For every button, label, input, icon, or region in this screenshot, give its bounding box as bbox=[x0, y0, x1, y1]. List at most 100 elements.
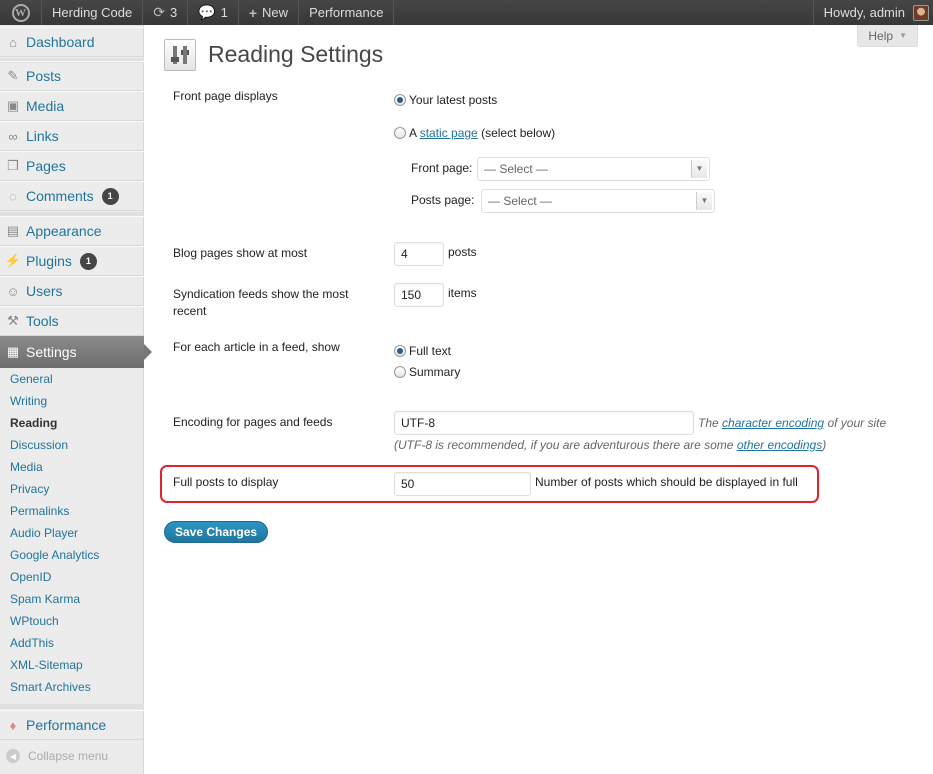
collapse-menu-button[interactable]: ◀ Collapse menu bbox=[0, 745, 144, 767]
submenu-item-media[interactable]: Media bbox=[0, 456, 144, 478]
menu-comments[interactable]: ◌ Comments 1 bbox=[0, 181, 144, 211]
updates-link[interactable]: ⟳ 3 bbox=[143, 0, 189, 25]
radio-full-text[interactable] bbox=[394, 345, 406, 357]
syndication-input[interactable]: 150 bbox=[394, 283, 444, 307]
submenu-item-reading[interactable]: Reading bbox=[0, 412, 144, 434]
menu-settings[interactable]: ▦ Settings bbox=[0, 336, 152, 368]
wp-logo-menu[interactable]: W bbox=[0, 0, 42, 25]
submenu-item-openid[interactable]: OpenID bbox=[0, 566, 144, 588]
submenu-item-smart-archives[interactable]: Smart Archives bbox=[0, 676, 144, 698]
admin-bar: W Herding Code ⟳ 3 💬 1 + New Performance… bbox=[0, 0, 933, 25]
admin-sidebar: ⌂ Dashboard ✎ Posts ▣ Media ∞ Links ❐ Pa… bbox=[0, 25, 152, 774]
updates-count: 3 bbox=[169, 5, 178, 20]
menu-dashboard[interactable]: ⌂ Dashboard bbox=[0, 27, 144, 57]
menu-label: Posts bbox=[26, 68, 62, 84]
plus-icon: + bbox=[248, 4, 258, 21]
performance-link[interactable]: Performance bbox=[299, 0, 395, 25]
radio-summary-row[interactable]: Summary bbox=[394, 365, 460, 379]
menu-label: Pages bbox=[26, 158, 66, 174]
menu-tools[interactable]: ⚒ Tools bbox=[0, 306, 144, 336]
save-changes-button[interactable]: Save Changes bbox=[164, 521, 269, 543]
house-icon: ⌂ bbox=[9, 34, 17, 50]
posts-page-select-label: Posts page: bbox=[411, 193, 475, 207]
radio-full-text-row[interactable]: Full text bbox=[394, 344, 451, 358]
plug-icon: ⚡ bbox=[4, 253, 22, 268]
appearance-icon: ▤ bbox=[6, 223, 20, 238]
front-page-label: Front page displays bbox=[173, 89, 278, 103]
menu-links[interactable]: ∞ Links bbox=[0, 121, 144, 151]
encoding-input[interactable]: UTF-8 bbox=[394, 411, 694, 435]
help-label: Help bbox=[868, 28, 894, 43]
radio-full-text-label: Full text bbox=[409, 344, 452, 358]
help-tab-button[interactable]: Help ▼ bbox=[857, 25, 918, 47]
howdy-text: Howdy, admin bbox=[823, 5, 905, 20]
settings-icon: ▦ bbox=[6, 344, 20, 359]
menu-plugins[interactable]: ⚡ Plugins 1 bbox=[0, 246, 144, 276]
radio-latest-posts[interactable] bbox=[394, 94, 406, 106]
menu-separator bbox=[0, 704, 144, 709]
front-page-select[interactable]: — Select — ▼ bbox=[477, 157, 710, 181]
radio-latest-posts-row[interactable]: Your latest posts bbox=[394, 93, 497, 107]
menu-users[interactable]: ☺ Users bbox=[0, 276, 144, 306]
comments-badge: 1 bbox=[101, 187, 119, 205]
main-content: Help ▼ Reading Settings Front page displ… bbox=[144, 25, 933, 774]
chevron-down-icon: ▼ bbox=[696, 192, 712, 210]
radio-static-page-row[interactable]: A static page (select below) bbox=[394, 126, 555, 140]
front-page-select-label: Front page: bbox=[411, 161, 473, 175]
wordpress-logo-icon: W bbox=[11, 3, 30, 22]
submenu-item-permalinks[interactable]: Permalinks bbox=[0, 500, 144, 522]
menu-label: Tools bbox=[26, 313, 59, 329]
encoding-note-suffix: ) bbox=[822, 438, 827, 452]
syndication-label: Syndication feeds show the most recent bbox=[173, 287, 349, 318]
site-name-link[interactable]: Herding Code bbox=[42, 0, 144, 25]
radio-static-page[interactable] bbox=[394, 127, 406, 139]
menu-appearance[interactable]: ▤ Appearance bbox=[0, 216, 144, 246]
menu-label: Plugins bbox=[26, 253, 72, 269]
submenu-item-addthis[interactable]: AddThis bbox=[0, 632, 144, 654]
comment-icon: ◌ bbox=[9, 188, 17, 204]
submenu-item-discussion[interactable]: Discussion bbox=[0, 434, 144, 456]
media-icon: ▣ bbox=[6, 98, 20, 113]
static-page-link[interactable]: static page bbox=[420, 126, 478, 140]
settings-sliders-icon bbox=[164, 39, 196, 71]
submenu-item-writing[interactable]: Writing bbox=[0, 390, 144, 412]
chevron-down-icon: ▼ bbox=[899, 31, 907, 40]
submenu-item-spam-karma[interactable]: Spam Karma bbox=[0, 588, 144, 610]
static-suffix: (select below) bbox=[481, 126, 556, 140]
avatar bbox=[913, 4, 929, 21]
site-name: Herding Code bbox=[52, 5, 133, 20]
other-encodings-link[interactable]: other encodings bbox=[737, 438, 822, 452]
link-icon: ∞ bbox=[8, 128, 18, 144]
encoding-desc-prefix: The bbox=[698, 416, 719, 430]
menu-posts[interactable]: ✎ Posts bbox=[0, 61, 144, 91]
new-content-menu[interactable]: + New bbox=[239, 0, 300, 25]
full-posts-input[interactable]: 50 bbox=[394, 472, 531, 496]
performance-label: Performance bbox=[309, 5, 384, 20]
comment-bubble-icon: 💬 bbox=[198, 4, 216, 20]
radio-summary[interactable] bbox=[394, 366, 406, 378]
menu-performance[interactable]: ♦ Performance bbox=[0, 710, 144, 740]
posts-page-select-value: — Select — bbox=[488, 194, 553, 208]
submenu-item-audio-player[interactable]: Audio Player bbox=[0, 522, 144, 544]
collapse-arrow-icon: ◀ bbox=[6, 749, 20, 763]
submenu-item-privacy[interactable]: Privacy bbox=[0, 478, 144, 500]
front-page-select-value: — Select — bbox=[484, 162, 549, 176]
posts-page-select[interactable]: — Select — ▼ bbox=[481, 189, 715, 213]
submenu-item-google-analytics[interactable]: Google Analytics bbox=[0, 544, 144, 566]
comments-link[interactable]: 💬 1 bbox=[188, 0, 239, 25]
submenu-item-wptouch[interactable]: WPtouch bbox=[0, 610, 144, 632]
menu-media[interactable]: ▣ Media bbox=[0, 91, 144, 121]
settings-submenu: General Writing Reading Discussion Media… bbox=[0, 368, 144, 698]
radio-summary-label: Summary bbox=[409, 365, 461, 379]
encoding-note: (UTF-8 is recommended, if you are advent… bbox=[394, 438, 826, 452]
blog-pages-input[interactable]: 4 bbox=[394, 242, 444, 266]
encoding-label: Encoding for pages and feeds bbox=[173, 415, 333, 429]
menu-label: Comments bbox=[26, 188, 94, 204]
my-account-menu[interactable]: Howdy, admin bbox=[812, 0, 933, 25]
character-encoding-link[interactable]: character encoding bbox=[722, 416, 824, 430]
submenu-item-xml-sitemap[interactable]: XML-Sitemap bbox=[0, 654, 144, 676]
static-prefix: A bbox=[409, 126, 417, 140]
submenu-item-general[interactable]: General bbox=[0, 368, 144, 390]
blog-pages-unit: posts bbox=[448, 245, 477, 259]
menu-pages[interactable]: ❐ Pages bbox=[0, 151, 144, 181]
